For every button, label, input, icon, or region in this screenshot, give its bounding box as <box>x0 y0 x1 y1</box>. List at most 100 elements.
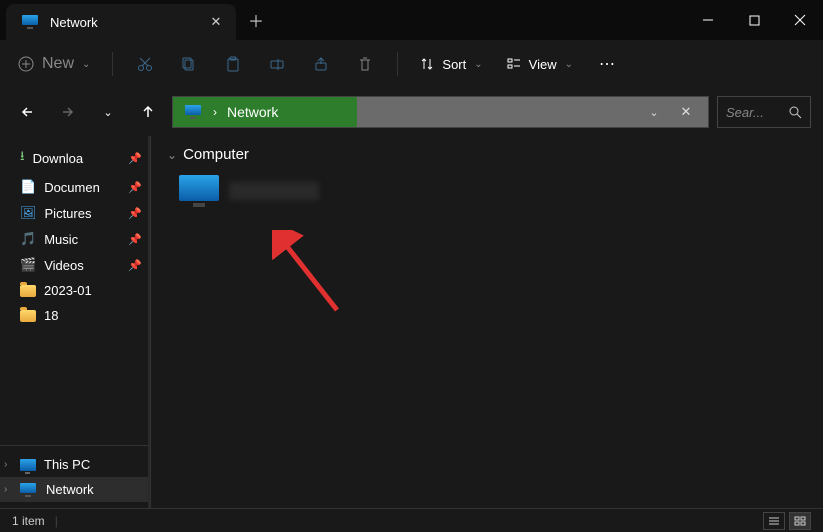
list-icon <box>768 516 780 526</box>
sidebar: ⭳ Downloa 📌 📄 Documen 📌 🖼 Pictures 📌 🎵 M… <box>0 136 150 508</box>
sidebar-item-music[interactable]: 🎵 Music 📌 <box>0 226 150 252</box>
back-button[interactable] <box>12 96 44 128</box>
refresh-button[interactable]: ✕ <box>672 98 700 126</box>
document-icon: 📄 <box>20 179 36 195</box>
view-icon <box>507 57 521 71</box>
chevron-right-icon: › <box>213 105 217 119</box>
more-icon: ⋯ <box>599 56 617 73</box>
share-icon <box>313 56 329 72</box>
sidebar-divider <box>0 445 150 446</box>
cut-icon <box>137 56 153 72</box>
sidebar-item-label: Pictures <box>45 206 121 221</box>
maximize-button[interactable] <box>731 0 777 40</box>
sort-label: Sort <box>442 57 466 72</box>
paste-icon <box>225 56 241 72</box>
chevron-down-icon: ⌄ <box>474 59 482 70</box>
sidebar-item-label: This PC <box>44 457 142 472</box>
chevron-down-icon: ⌄ <box>167 148 177 162</box>
folder-icon <box>20 285 36 297</box>
sidebar-item-label: Videos <box>44 258 120 273</box>
copy-icon <box>181 56 197 72</box>
view-large-toggle[interactable] <box>789 512 811 530</box>
maximize-icon <box>749 15 760 26</box>
new-button[interactable]: New ⌄ <box>8 49 100 79</box>
search-placeholder: Sear... <box>726 105 783 120</box>
cut-button[interactable] <box>125 46 165 82</box>
sidebar-item-folder[interactable]: 2023-01 <box>0 278 150 303</box>
grid-icon <box>794 516 806 526</box>
sidebar-item-label: Downloa <box>33 151 121 166</box>
sidebar-item-label: 18 <box>44 308 142 323</box>
arrow-up-icon <box>140 104 156 120</box>
rename-button[interactable] <box>257 46 297 82</box>
pictures-icon: 🖼 <box>20 205 37 221</box>
download-icon: ⭳ <box>20 147 25 169</box>
chevron-down-icon: ⌄ <box>103 106 112 119</box>
sidebar-scrollbar[interactable] <box>140 136 150 508</box>
group-header-computer[interactable]: ⌄ Computer <box>167 146 807 163</box>
sidebar-item-label: Network <box>46 482 142 497</box>
share-button[interactable] <box>301 46 341 82</box>
delete-button[interactable] <box>345 46 385 82</box>
trash-icon <box>357 56 373 72</box>
paste-button[interactable] <box>213 46 253 82</box>
toolbar: New ⌄ Sort ⌄ View ⌄ ⋯ <box>0 40 823 88</box>
view-details-toggle[interactable] <box>763 512 785 530</box>
status-bar: 1 item | <box>0 508 823 532</box>
toolbar-divider <box>397 52 398 76</box>
toolbar-divider <box>112 52 113 76</box>
title-bar: Network ✕ ＋ <box>0 0 823 40</box>
close-icon: ✕ <box>681 104 692 120</box>
sort-icon <box>420 57 434 71</box>
address-bar[interactable]: › Network ⌄ ✕ <box>172 96 709 128</box>
copy-button[interactable] <box>169 46 209 82</box>
network-computer-item[interactable] <box>171 171 327 211</box>
sidebar-item-downloads[interactable]: ⭳ Downloa 📌 <box>0 142 150 174</box>
videos-icon: 🎬 <box>20 257 36 273</box>
rename-icon <box>269 56 285 72</box>
music-icon: 🎵 <box>20 231 36 247</box>
minimize-button[interactable] <box>685 0 731 40</box>
sidebar-item-pictures[interactable]: 🖼 Pictures 📌 <box>0 200 150 226</box>
network-icon <box>22 15 40 29</box>
more-button[interactable]: ⋯ <box>587 48 629 80</box>
sidebar-item-documents[interactable]: 📄 Documen 📌 <box>0 174 150 200</box>
sidebar-item-label: Documen <box>44 180 120 195</box>
computer-name-redacted <box>229 182 319 200</box>
new-tab-button[interactable]: ＋ <box>236 8 276 32</box>
plus-circle-icon <box>18 56 34 72</box>
sort-button[interactable]: Sort ⌄ <box>410 51 492 78</box>
close-icon <box>794 14 806 26</box>
up-button[interactable] <box>132 96 164 128</box>
recent-button[interactable]: ⌄ <box>92 96 124 128</box>
group-title: Computer <box>183 146 249 163</box>
sidebar-item-folder[interactable]: 18 <box>0 303 150 328</box>
network-icon <box>185 105 203 119</box>
sidebar-item-network[interactable]: › Network <box>0 477 150 502</box>
content-pane[interactable]: ⌄ Computer <box>151 136 823 508</box>
arrow-right-icon <box>60 104 76 120</box>
minimize-icon <box>702 14 714 26</box>
window-controls <box>685 0 823 40</box>
tab-close-button[interactable]: ✕ <box>208 14 224 30</box>
pc-icon <box>20 459 36 471</box>
address-dropdown-button[interactable]: ⌄ <box>640 98 668 126</box>
chevron-down-icon: ⌄ <box>565 59 573 70</box>
address-segment[interactable]: › Network <box>173 97 357 127</box>
forward-button[interactable] <box>52 96 84 128</box>
view-button[interactable]: View ⌄ <box>497 51 583 78</box>
tab-network[interactable]: Network ✕ <box>6 4 236 40</box>
search-input[interactable]: Sear... <box>717 96 811 128</box>
chevron-down-icon: ⌄ <box>82 59 90 70</box>
close-button[interactable] <box>777 0 823 40</box>
sidebar-item-label: 2023-01 <box>44 283 142 298</box>
sidebar-item-this-pc[interactable]: › This PC <box>0 452 150 477</box>
sidebar-item-videos[interactable]: 🎬 Videos 📌 <box>0 252 150 278</box>
new-label: New <box>42 55 74 73</box>
chevron-right-icon: › <box>4 459 7 470</box>
view-label: View <box>529 57 557 72</box>
chevron-down-icon: ⌄ <box>649 106 658 119</box>
body: ⭳ Downloa 📌 📄 Documen 📌 🖼 Pictures 📌 🎵 M… <box>0 136 823 508</box>
arrow-left-icon <box>20 104 36 120</box>
address-row: ⌄ › Network ⌄ ✕ Sear... <box>0 88 823 136</box>
